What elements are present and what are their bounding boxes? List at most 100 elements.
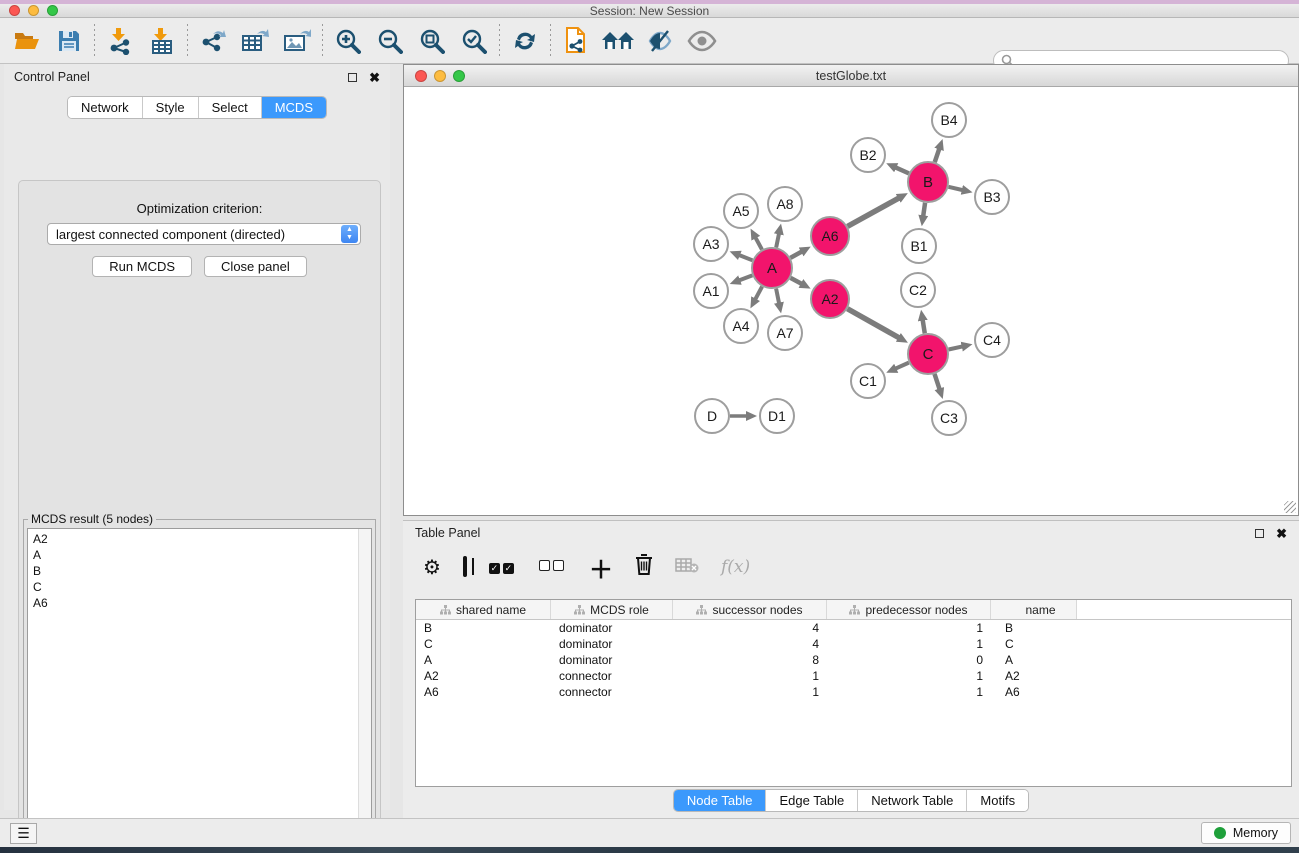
table-row[interactable]: A6connector11A6 <box>416 684 1291 700</box>
edge-A-A4[interactable] <box>755 287 762 301</box>
close-panel-icon[interactable]: ✖ <box>1276 529 1287 538</box>
column-header-MCDS-role[interactable]: MCDS role <box>551 600 673 619</box>
zoom-out-button[interactable] <box>369 22 411 60</box>
tab-select[interactable]: Select <box>199 97 262 118</box>
resize-grip[interactable] <box>1284 501 1296 513</box>
tab-network[interactable]: Network <box>68 97 143 118</box>
column-header-predecessor-nodes[interactable]: predecessor nodes <box>827 600 991 619</box>
edge-B-B1[interactable] <box>923 203 925 217</box>
import-network-button[interactable] <box>99 22 141 60</box>
node-B2[interactable]: B2 <box>851 138 885 172</box>
node-D[interactable]: D <box>695 399 729 433</box>
edge-A-A8[interactable] <box>776 232 779 247</box>
node-A8[interactable]: A8 <box>768 187 802 221</box>
zoom-in-button[interactable] <box>327 22 369 60</box>
table-row[interactable]: A2connector11A2 <box>416 668 1291 684</box>
edge-B-B4[interactable] <box>935 147 940 162</box>
node-C1[interactable]: C1 <box>851 364 885 398</box>
mcds-result-item[interactable]: A2 <box>33 531 352 547</box>
mcds-result-item[interactable]: A6 <box>33 595 352 611</box>
edge-A-A2[interactable] <box>791 278 803 284</box>
node-A4[interactable]: A4 <box>724 309 758 343</box>
show-overview-button[interactable] <box>681 22 723 60</box>
mcds-result-list[interactable]: A2ABCA6 <box>27 528 372 853</box>
import-table-button[interactable] <box>141 22 183 60</box>
unselect-all-columns-button[interactable] <box>539 558 567 576</box>
save-session-button[interactable] <box>48 22 90 60</box>
add-column-button[interactable]: ＋ <box>589 550 613 585</box>
table-row[interactable]: Bdominator41B <box>416 620 1291 636</box>
node-C2[interactable]: C2 <box>901 273 935 307</box>
zoom-fit-button[interactable] <box>411 22 453 60</box>
new-network-from-file-button[interactable] <box>555 22 597 60</box>
node-D1[interactable]: D1 <box>760 399 794 433</box>
node-C3[interactable]: C3 <box>932 401 966 435</box>
node-A7[interactable]: A7 <box>768 316 802 350</box>
edge-A-A1[interactable] <box>738 275 752 280</box>
graphics-details-button[interactable] <box>639 22 681 60</box>
edge-C-C2[interactable] <box>922 319 924 334</box>
mcds-result-item[interactable]: C <box>33 579 352 595</box>
run-mcds-button[interactable]: Run MCDS <box>92 256 192 277</box>
zoom-selected-button[interactable] <box>453 22 495 60</box>
edge-C-C1[interactable] <box>894 363 908 369</box>
table-row[interactable]: Cdominator41C <box>416 636 1291 652</box>
float-panel-icon[interactable] <box>348 73 357 82</box>
node-B4[interactable]: B4 <box>932 103 966 137</box>
mcds-list-scrollbar[interactable] <box>358 529 371 853</box>
export-network-button[interactable] <box>192 22 234 60</box>
float-panel-icon[interactable] <box>1255 529 1264 538</box>
node-table[interactable]: shared nameMCDS rolesuccessor nodesprede… <box>415 599 1292 787</box>
apply-layout-button[interactable] <box>504 22 546 60</box>
delete-table-button[interactable] <box>675 557 699 578</box>
close-panel-button[interactable]: Close panel <box>204 256 307 277</box>
node-A3[interactable]: A3 <box>694 227 728 261</box>
close-panel-icon[interactable]: ✖ <box>369 73 380 82</box>
export-table-button[interactable] <box>234 22 276 60</box>
node-A5[interactable]: A5 <box>724 194 758 228</box>
edge-C-C4[interactable] <box>949 346 964 349</box>
edge-A6-B[interactable] <box>848 197 900 226</box>
houses-button[interactable] <box>597 22 639 60</box>
node-A6[interactable]: A6 <box>811 217 849 255</box>
edge-A2-C[interactable] <box>847 309 900 339</box>
tab-motifs[interactable]: Motifs <box>967 790 1028 811</box>
node-C4[interactable]: C4 <box>975 323 1009 357</box>
tab-edge-table[interactable]: Edge Table <box>766 790 858 811</box>
node-B[interactable]: B <box>908 162 948 202</box>
show-columns-button[interactable] <box>463 558 467 576</box>
network-canvas[interactable]: A A1 A2 A3 A4 A5 A6 A7 A8 B B1 B2 B3 B4 C C1 C2 C3 C4 D D1 <box>404 87 1298 515</box>
node-B1[interactable]: B1 <box>902 229 936 263</box>
edge-B-B2[interactable] <box>894 167 908 173</box>
tab-mcds[interactable]: MCDS <box>262 97 326 118</box>
node-C[interactable]: C <box>908 334 948 374</box>
select-all-columns-button[interactable]: ✓✓ <box>489 558 517 576</box>
column-header-shared-name[interactable]: shared name <box>416 600 551 619</box>
function-builder-button[interactable]: f(x) <box>721 557 750 577</box>
network-graph[interactable]: A A1 A2 A3 A4 A5 A6 A7 A8 B B1 B2 B3 B4 C C1 C2 C3 C4 D D1 <box>404 87 1298 515</box>
edge-A-A3[interactable] <box>738 255 752 261</box>
export-image-button[interactable] <box>276 22 318 60</box>
edge-C-C3[interactable] <box>935 374 940 390</box>
open-session-button[interactable] <box>6 22 48 60</box>
table-row[interactable]: Adominator80A <box>416 652 1291 668</box>
column-header-name[interactable]: name <box>991 600 1077 619</box>
edge-A-A7[interactable] <box>776 289 779 305</box>
edge-B-B3[interactable] <box>948 187 963 191</box>
criterion-select[interactable]: largest connected component (directed) ▲… <box>47 223 361 245</box>
mcds-result-item[interactable]: B <box>33 563 352 579</box>
edge-A-A5[interactable] <box>755 236 762 249</box>
node-A1[interactable]: A1 <box>694 274 728 308</box>
tab-network-table[interactable]: Network Table <box>858 790 967 811</box>
edge-A-A6[interactable] <box>790 251 802 258</box>
tab-style[interactable]: Style <box>143 97 199 118</box>
node-B3[interactable]: B3 <box>975 180 1009 214</box>
node-A2[interactable]: A2 <box>811 280 849 318</box>
delete-column-button[interactable] <box>635 554 653 580</box>
task-history-button[interactable]: ☰ <box>10 823 37 844</box>
mcds-result-item[interactable]: A <box>33 547 352 563</box>
tab-node-table[interactable]: Node Table <box>674 790 767 811</box>
node-A[interactable]: A <box>752 248 792 288</box>
memory-button[interactable]: Memory <box>1201 822 1291 844</box>
table-settings-button[interactable]: ⚙ <box>423 555 441 580</box>
